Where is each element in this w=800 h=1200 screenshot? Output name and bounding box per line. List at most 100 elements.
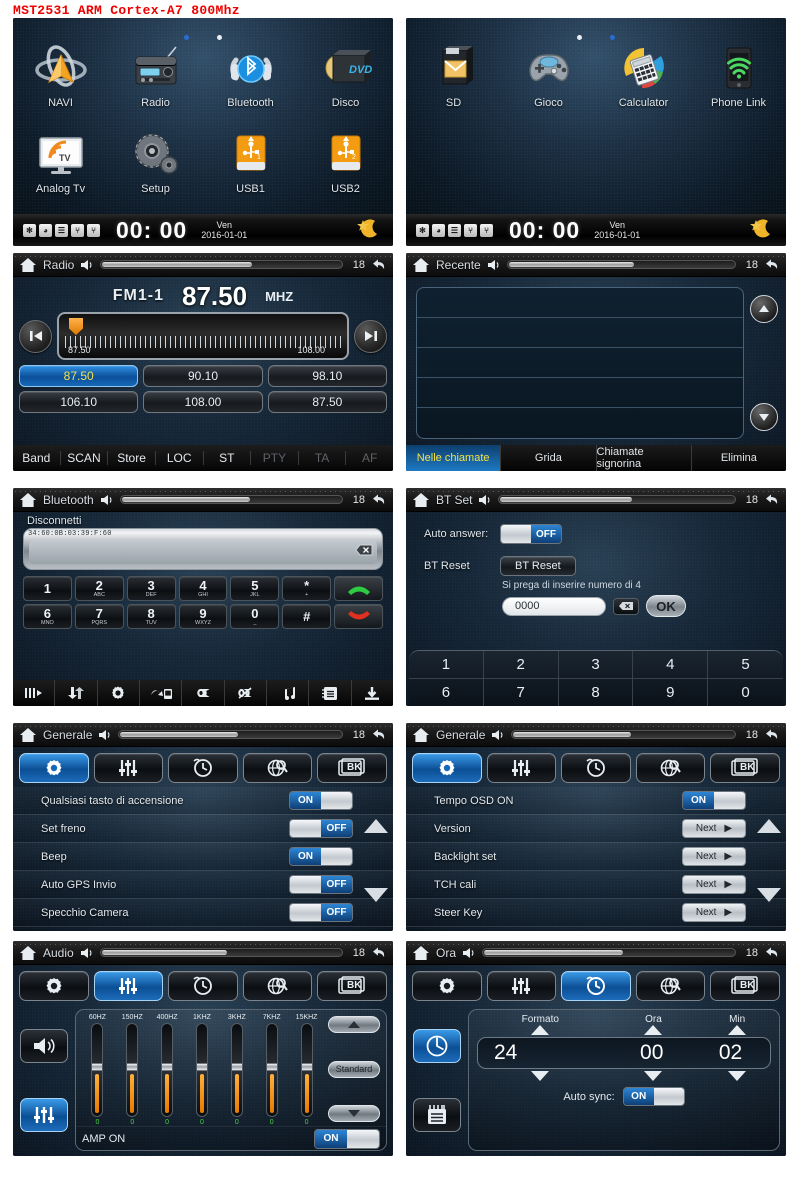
list-item[interactable] [417, 408, 743, 438]
settings-gear-icon[interactable] [98, 680, 140, 706]
panel-generale-2[interactable]: Generale 18 BK Tempo OSD ON ON Version N… [406, 723, 786, 931]
list-item[interactable] [417, 318, 743, 348]
bt-key-1[interactable]: 1 [409, 651, 484, 679]
tab-audio[interactable] [93, 752, 164, 783]
scroll-up-button[interactable] [750, 295, 778, 323]
next-button[interactable]: Next ▶ [682, 819, 746, 839]
back-icon[interactable] [764, 728, 780, 742]
af-button[interactable]: AF [346, 451, 393, 465]
download-icon[interactable] [352, 680, 393, 706]
eq-slider[interactable] [91, 1023, 104, 1117]
key-2[interactable]: 2 ABC [74, 576, 124, 601]
pty-button[interactable]: PTY [251, 451, 299, 465]
key-1[interactable]: 1 [23, 576, 72, 601]
home-icon[interactable] [412, 727, 430, 743]
tab-language[interactable] [242, 970, 313, 1001]
moon-star-icon[interactable] [748, 217, 774, 244]
tab-language[interactable] [242, 752, 313, 783]
speaker-icon[interactable] [478, 493, 492, 507]
next-button[interactable]: Next ▶ [682, 903, 746, 923]
clock-face-button[interactable] [413, 1028, 461, 1063]
eq-band[interactable]: 400HZ 0 [150, 1014, 185, 1126]
home-icon[interactable] [19, 492, 37, 508]
format-down-button[interactable] [469, 1071, 612, 1081]
eq-band[interactable]: 150HZ 0 [115, 1014, 150, 1126]
eq-band[interactable]: 3KHZ 0 [219, 1014, 254, 1126]
dialpad-icon[interactable] [13, 680, 56, 706]
store-button[interactable]: Store [108, 451, 156, 465]
tab-language[interactable] [635, 970, 706, 1001]
panel-radio[interactable]: Radio 18 FM1-1 87.50 MHZ 87.50 108.00 87… [13, 253, 393, 471]
key-5[interactable]: 5 JKL [230, 576, 280, 601]
key-9[interactable]: 9 WXYZ [178, 604, 228, 629]
minute-up-button[interactable] [695, 1025, 779, 1035]
ok-button[interactable]: OK [646, 595, 686, 617]
bt-key-4[interactable]: 4 [633, 651, 709, 679]
app-disco[interactable]: DVD Disco [298, 40, 393, 118]
tab-audio[interactable] [486, 970, 557, 1001]
home-icon[interactable] [19, 257, 37, 273]
panel-bt-set[interactable]: BT Set 18 Auto answer: OFF BT Reset BT R… [406, 488, 786, 706]
setting-toggle[interactable]: OFF [289, 819, 353, 839]
volume-slider[interactable] [119, 495, 343, 504]
tab-clock[interactable] [561, 970, 631, 1001]
speaker-icon[interactable] [462, 946, 476, 960]
power-status-icon[interactable]: ◕ [432, 223, 445, 237]
panel-home-main[interactable]: NAVI Radio Bluetooth DVD Disco TV Analog… [13, 18, 393, 246]
list-item[interactable] [417, 348, 743, 378]
setting-row[interactable]: Version Next ▶ [406, 815, 786, 844]
call-list[interactable] [416, 287, 744, 439]
list-status-icon[interactable]: ☰ [55, 223, 68, 237]
call-answer-button[interactable] [334, 576, 383, 601]
speaker-icon[interactable] [487, 258, 501, 272]
tab-clock[interactable] [168, 970, 238, 1001]
panel-home-second[interactable]: SD Gioco Calculator Phone Link ✻ ◕ ☰ ⑂ ⑂… [406, 18, 786, 246]
tab-clock[interactable] [561, 752, 631, 783]
app-bluetooth[interactable]: Bluetooth [203, 40, 298, 118]
eq-slider[interactable] [195, 1023, 208, 1117]
tab-audio[interactable] [486, 752, 557, 783]
preset-button[interactable]: 106.10 [19, 391, 139, 413]
scroll-up-button[interactable] [757, 818, 781, 833]
st-button[interactable]: ST [204, 451, 252, 465]
setting-row[interactable]: Tempo OSD ON ON [406, 787, 786, 816]
backspace-icon[interactable] [355, 543, 373, 556]
band-button[interactable]: Band [13, 451, 61, 465]
back-icon[interactable] [764, 493, 780, 507]
tab-clock[interactable] [168, 752, 238, 783]
bt-key-8[interactable]: 8 [559, 678, 634, 706]
call-end-button[interactable] [334, 604, 383, 629]
link-disconnect-icon[interactable] [225, 680, 267, 706]
hour-down-button[interactable] [612, 1071, 696, 1081]
list-status-icon[interactable]: ☰ [448, 223, 461, 237]
tab-general[interactable] [19, 970, 89, 1001]
key-6[interactable]: 6 MNO [23, 604, 72, 629]
setting-toggle[interactable]: ON [289, 791, 353, 811]
volume-slider[interactable] [99, 948, 343, 957]
speaker-icon[interactable] [80, 946, 94, 960]
next-button[interactable]: Next ▶ [682, 847, 746, 867]
preset-button[interactable]: 87.50 [19, 365, 139, 387]
volume-slider[interactable] [506, 260, 736, 269]
back-icon[interactable] [764, 258, 780, 272]
key-hash[interactable]: # [282, 604, 332, 629]
eq-slider[interactable] [265, 1023, 278, 1117]
bt-key-3[interactable]: 3 [558, 651, 634, 679]
setting-row[interactable]: TCH cali Next ▶ [406, 871, 786, 900]
panel-recente[interactable]: Recente 18 Nelle chiamate Grida Chiamate… [406, 253, 786, 471]
home-icon[interactable] [19, 945, 37, 961]
home-icon[interactable] [412, 492, 430, 508]
panel-audio[interactable]: Audio 18 BK 60HZ 0 150HZ 0 400HZ 0 1KHZ … [13, 941, 393, 1156]
bt-key-6[interactable]: 6 [409, 678, 484, 706]
speaker-balance-button[interactable] [20, 1028, 68, 1063]
bt-key-2[interactable]: 2 [483, 651, 559, 679]
preset-button[interactable]: 98.10 [267, 365, 387, 387]
amp-toggle[interactable]: ON [314, 1128, 380, 1149]
calendar-button[interactable] [413, 1098, 461, 1133]
back-icon[interactable] [371, 258, 387, 272]
app-radio[interactable]: Radio [108, 40, 203, 118]
app-phone-link[interactable]: Phone Link [691, 40, 786, 118]
tab-grida[interactable]: Grida [501, 445, 597, 471]
setting-row[interactable]: Set freno OFF [13, 815, 393, 844]
panel-ora[interactable]: Ora 18 BK Formato Ora Min 24 00 02 Auto … [406, 941, 786, 1156]
